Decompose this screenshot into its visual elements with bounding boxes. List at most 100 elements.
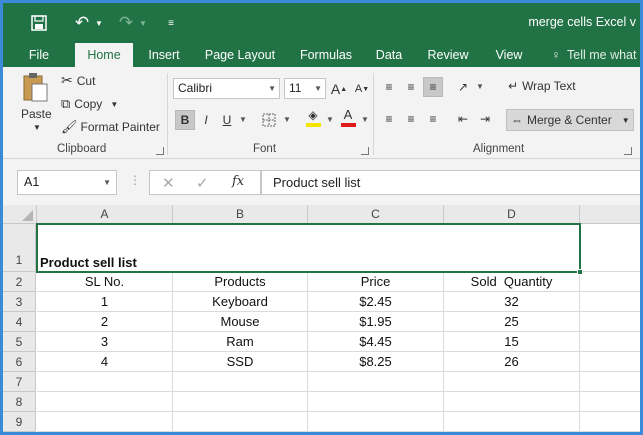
cell-d9[interactable] — [444, 412, 580, 432]
tab-data[interactable]: Data — [369, 43, 409, 67]
cell-c3[interactable]: $2.45 — [308, 292, 444, 312]
cell-e1[interactable] — [580, 224, 640, 272]
align-top-icon[interactable]: ≡ — [379, 77, 399, 97]
cell-b6[interactable]: SSD — [173, 352, 308, 372]
row-header-1[interactable]: 1 — [3, 224, 36, 272]
tab-review[interactable]: Review — [419, 43, 477, 67]
cancel-icon[interactable]: ✕ — [162, 174, 175, 192]
clipboard-launcher-icon[interactable] — [156, 147, 164, 155]
undo-icon[interactable]: ↶ — [71, 12, 93, 34]
column-header-d[interactable]: D — [444, 205, 580, 224]
wrap-text-button[interactable]: ↵ Wrap Text — [508, 79, 576, 93]
tab-home[interactable]: Home — [75, 43, 133, 67]
paste-icon[interactable] — [21, 71, 51, 105]
cell-d4[interactable]: 25 — [444, 312, 580, 332]
copy-button[interactable]: ⧉ Copy ▼ — [61, 96, 118, 112]
cell-e7[interactable] — [580, 372, 640, 392]
align-right-icon[interactable]: ≡ — [423, 109, 443, 129]
cell-e2[interactable] — [580, 272, 640, 292]
cell-b4[interactable]: Mouse — [173, 312, 308, 332]
cell-d2[interactable]: Sold Quantity — [444, 272, 580, 292]
cell-d6[interactable]: 26 — [444, 352, 580, 372]
column-header-c[interactable]: C — [308, 205, 444, 224]
row-header-5[interactable]: 5 — [3, 332, 36, 352]
row-header-3[interactable]: 3 — [3, 292, 36, 312]
tab-view[interactable]: View — [487, 43, 531, 67]
cell-c4[interactable]: $1.95 — [308, 312, 444, 332]
fill-color-dropdown-icon[interactable]: ▼ — [326, 115, 334, 124]
align-center-icon[interactable]: ≡ — [401, 109, 421, 129]
tab-formulas[interactable]: Formulas — [293, 43, 359, 67]
merged-cell-a1-d1[interactable]: Product sell list — [36, 223, 581, 273]
shrink-font-button[interactable]: A ▼ — [352, 79, 372, 99]
merge-center-button[interactable]: ⇔ Merge & Center ▼ — [506, 109, 634, 131]
cell-a4[interactable]: 2 — [37, 312, 173, 332]
save-icon[interactable] — [29, 12, 49, 34]
cell-a2[interactable]: SL No. — [37, 272, 173, 292]
undo-dropdown-icon[interactable]: ▼ — [93, 12, 105, 34]
cell-b2[interactable]: Products — [173, 272, 308, 292]
fill-handle[interactable] — [577, 269, 583, 275]
customize-toolbar-icon[interactable]: ≡ — [163, 12, 179, 34]
cell-e9[interactable] — [580, 412, 640, 432]
cell-b3[interactable]: Keyboard — [173, 292, 308, 312]
format-painter-button[interactable]: 🖌 Format Painter — [61, 119, 160, 135]
tab-insert[interactable]: Insert — [139, 43, 189, 67]
formula-input[interactable]: Product sell list — [261, 170, 640, 195]
cell-e8[interactable] — [580, 392, 640, 412]
row-header-7[interactable]: 7 — [3, 372, 36, 392]
cell-b7[interactable] — [173, 372, 308, 392]
copy-dropdown-icon[interactable]: ▼ — [110, 100, 118, 109]
cell-c7[interactable] — [308, 372, 444, 392]
tab-file[interactable]: File — [17, 43, 61, 67]
cell-d8[interactable] — [444, 392, 580, 412]
cell-e4[interactable] — [580, 312, 640, 332]
insert-function-icon[interactable]: fx — [232, 174, 244, 189]
font-launcher-icon[interactable] — [361, 147, 369, 155]
cell-b5[interactable]: Ram — [173, 332, 308, 352]
font-size-select[interactable]: 11 ▼ — [284, 78, 326, 99]
cell-d3[interactable]: 32 — [444, 292, 580, 312]
cell-a3[interactable]: 1 — [37, 292, 173, 312]
cell-a5[interactable]: 3 — [37, 332, 173, 352]
decrease-indent-icon[interactable]: ⇤ — [453, 109, 473, 129]
orientation-icon[interactable]: ↗ — [453, 77, 473, 97]
borders-icon[interactable] — [259, 110, 279, 130]
row-header-8[interactable]: 8 — [3, 392, 36, 412]
row-header-4[interactable]: 4 — [3, 312, 36, 332]
cell-d5[interactable]: 15 — [444, 332, 580, 352]
cell-b8[interactable] — [173, 392, 308, 412]
increase-indent-icon[interactable]: ⇥ — [475, 109, 495, 129]
cell-e5[interactable] — [580, 332, 640, 352]
align-bottom-icon[interactable]: ≡ — [423, 77, 443, 97]
paste-dropdown-icon[interactable]: ▼ — [33, 123, 41, 132]
align-middle-icon[interactable]: ≡ — [401, 77, 421, 97]
font-name-select[interactable]: Calibri ▼ — [173, 78, 280, 99]
alignment-launcher-icon[interactable] — [624, 147, 632, 155]
align-left-icon[interactable]: ≡ — [379, 109, 399, 129]
bold-button[interactable]: B — [175, 110, 195, 130]
orientation-dropdown-icon[interactable]: ▼ — [476, 82, 484, 91]
row-header-2[interactable]: 2 — [3, 272, 36, 292]
tell-me-box[interactable]: Tell me what — [567, 43, 639, 67]
name-box[interactable]: A1 ▼ — [17, 170, 117, 195]
cell-c2[interactable]: Price — [308, 272, 444, 292]
cell-a9[interactable] — [37, 412, 173, 432]
underline-button[interactable]: U — [217, 110, 237, 130]
italic-button[interactable]: I — [196, 110, 216, 130]
cell-b9[interactable] — [173, 412, 308, 432]
cell-a7[interactable] — [37, 372, 173, 392]
font-color-dropdown-icon[interactable]: ▼ — [361, 115, 369, 124]
cell-c5[interactable]: $4.45 — [308, 332, 444, 352]
fill-color-button[interactable]: ◈ — [303, 108, 323, 128]
column-header-a[interactable]: A — [37, 205, 173, 224]
column-header-e[interactable] — [580, 205, 640, 224]
cell-e6[interactable] — [580, 352, 640, 372]
row-header-9[interactable]: 9 — [3, 412, 36, 432]
cell-c6[interactable]: $8.25 — [308, 352, 444, 372]
tab-page-layout[interactable]: Page Layout — [199, 43, 281, 67]
cell-d7[interactable] — [444, 372, 580, 392]
cell-e3[interactable] — [580, 292, 640, 312]
merge-center-dropdown-icon[interactable]: ▼ — [622, 116, 630, 125]
column-header-b[interactable]: B — [173, 205, 308, 224]
